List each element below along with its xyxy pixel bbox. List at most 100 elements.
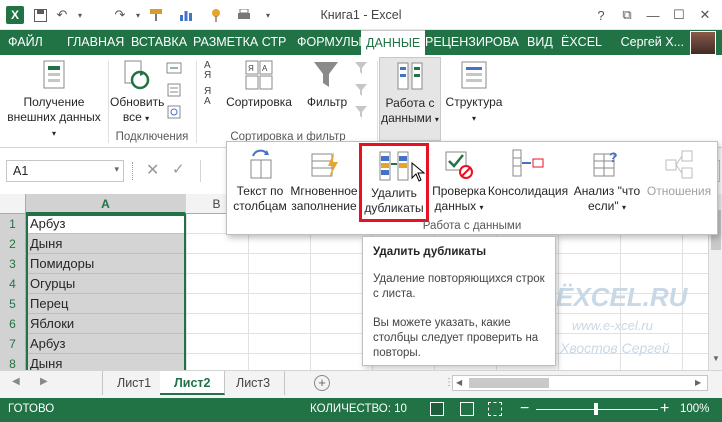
scroll-thumb[interactable] <box>469 378 549 388</box>
row-header[interactable]: 1 <box>0 214 26 234</box>
svg-text:Я: Я <box>248 64 254 73</box>
tab-insert[interactable]: ВСТАВКА <box>126 30 192 55</box>
database-icon <box>41 59 67 91</box>
row-header[interactable]: 2 <box>0 234 26 254</box>
sort-descending-icon[interactable]: ЯА <box>204 87 224 107</box>
dropdown-icon: ▾ <box>51 129 56 138</box>
page-layout-view-icon[interactable] <box>460 402 474 416</box>
text-to-columns-button[interactable]: Текст по столбцам <box>231 146 289 214</box>
text-to-columns-label-2: столбцам <box>233 199 287 213</box>
select-all-corner[interactable] <box>0 194 26 214</box>
zoom-level[interactable]: 100% <box>680 403 709 415</box>
row-header[interactable]: 5 <box>0 294 26 314</box>
row-header[interactable]: 7 <box>0 334 26 354</box>
consolidate-icon <box>511 148 545 180</box>
help-icon[interactable]: ? <box>588 5 614 25</box>
svg-text:А: А <box>262 64 268 73</box>
tooltip-hint: Вы можете указать, какие столбцы следует… <box>373 317 539 359</box>
group-label-data-tools: Работа с данными <box>422 220 522 232</box>
formula-input[interactable] <box>200 160 218 182</box>
tab-data[interactable]: ДАННЫЕ <box>361 30 426 55</box>
status-bar: ГОТОВО КОЛИЧЕСТВО: 10 − + 100% <box>0 398 722 422</box>
tooltip-title: Удалить дубликаты <box>373 246 487 258</box>
scroll-left-icon[interactable]: ◀ <box>12 376 20 387</box>
remove-duplicates-button[interactable]: Удалить дубликаты <box>359 143 429 222</box>
zoom-out-icon[interactable]: − <box>520 400 529 418</box>
remove-duplicates-label-1: Удалить <box>371 186 417 200</box>
row-header[interactable]: 6 <box>0 314 26 334</box>
watermark-author: Хвостов Сергей <box>560 340 670 356</box>
maximize-button[interactable]: ☐ <box>666 5 692 25</box>
dropdown-icon: ▾ <box>621 203 626 212</box>
add-sheet-icon[interactable]: + <box>314 375 330 391</box>
flash-fill-button[interactable]: Мгновенное заполнение <box>289 146 359 214</box>
connections-icon[interactable] <box>166 61 184 75</box>
clear-filter-icon[interactable] <box>354 61 370 75</box>
sheet-tab-1[interactable]: Лист1 <box>102 371 167 395</box>
tab-formulas[interactable]: ФОРМУЛЫ <box>292 30 367 55</box>
remove-duplicates-icon <box>377 150 411 182</box>
flash-fill-label-2: заполнение <box>291 199 357 213</box>
row-header[interactable]: 3 <box>0 254 26 274</box>
mouse-cursor-icon <box>411 161 426 182</box>
ribbon-display-icon[interactable]: ⧉ <box>614 5 640 25</box>
get-external-data-button[interactable]: Получение внешних данных ▾ <box>4 59 104 141</box>
avatar[interactable] <box>690 31 716 55</box>
scroll-right-icon[interactable]: ▶ <box>40 376 48 387</box>
consolidate-label: Консолидация <box>487 184 569 198</box>
row-header[interactable]: 8 <box>0 354 26 370</box>
sort-ascending-icon[interactable]: АЯ <box>204 61 224 81</box>
status-count: КОЛИЧЕСТВО: 10 <box>310 403 407 415</box>
consolidate-button[interactable]: Консолидация <box>485 146 571 199</box>
cancel-icon[interactable]: ✕ <box>146 160 159 180</box>
data-tools-label-2: данными <box>381 111 432 125</box>
minimize-button[interactable]: — <box>640 5 666 25</box>
tab-excel-addin[interactable]: ЁXCEL <box>556 30 607 55</box>
scroll-left-icon[interactable]: ◀ <box>456 378 462 387</box>
tab-review[interactable]: РЕЦЕНЗИРОВА <box>420 30 524 55</box>
name-box[interactable]: A1 ▾ <box>6 160 124 182</box>
horizontal-scrollbar[interactable]: ◀ ▶ <box>452 375 708 391</box>
user-name[interactable]: Сергей Х... <box>621 30 684 55</box>
enter-icon[interactable]: ✓ <box>172 160 185 178</box>
remove-duplicates-label-2: дубликаты <box>364 201 424 215</box>
sheet-tab-2[interactable]: Лист2 <box>160 371 226 395</box>
get-external-label-1: Получение <box>23 95 85 109</box>
page-break-view-icon[interactable] <box>488 402 502 416</box>
what-if-label-2: если" <box>588 199 619 213</box>
sort-button[interactable]: ЯА Сортировка <box>224 59 294 110</box>
divider <box>377 61 378 143</box>
flash-fill-label-1: Мгновенное <box>290 184 358 198</box>
scroll-right-icon[interactable]: ▶ <box>695 378 701 387</box>
tab-file[interactable]: ФАЙЛ <box>0 30 51 55</box>
divider <box>132 162 136 180</box>
filter-label: Фильтр <box>306 95 348 109</box>
tab-page-layout[interactable]: РАЗМЕТКА СТР <box>188 30 291 55</box>
refresh-all-button[interactable]: Обновить все ▾ <box>110 59 164 126</box>
column-header-a[interactable]: A <box>26 194 186 214</box>
tab-home[interactable]: ГЛАВНАЯ <box>62 30 129 55</box>
zoom-slider-thumb[interactable] <box>594 403 598 415</box>
properties-icon[interactable] <box>166 83 184 97</box>
zoom-in-icon[interactable]: + <box>660 400 669 418</box>
advanced-filter-icon[interactable] <box>354 105 370 119</box>
row-header[interactable]: 4 <box>0 274 26 294</box>
structure-button[interactable]: Структура ▾ <box>444 59 504 126</box>
data-validation-icon <box>444 148 474 180</box>
tab-view[interactable]: ВИД <box>522 30 558 55</box>
filter-button[interactable]: Фильтр <box>298 59 356 110</box>
reapply-filter-icon[interactable] <box>354 83 370 97</box>
data-tools-button[interactable]: Работа с данными ▾ <box>379 57 441 141</box>
structure-label: Структура <box>445 95 503 109</box>
sheet-tab-3[interactable]: Лист3 <box>222 371 286 395</box>
scroll-down-icon[interactable]: ▼ <box>712 354 720 363</box>
data-validation-button[interactable]: Проверка данных ▾ <box>431 146 487 215</box>
normal-view-icon[interactable] <box>430 402 444 416</box>
dropdown-icon: ▾ <box>479 203 484 212</box>
what-if-analysis-button[interactable]: ? Анализ "что если" ▾ <box>571 146 643 215</box>
what-if-icon: ? <box>592 148 622 180</box>
group-label-connections: Подключения <box>115 131 189 143</box>
edit-links-icon[interactable] <box>166 105 184 119</box>
close-button[interactable]: ✕ <box>692 5 718 25</box>
sort-icon: ЯА <box>244 59 274 91</box>
